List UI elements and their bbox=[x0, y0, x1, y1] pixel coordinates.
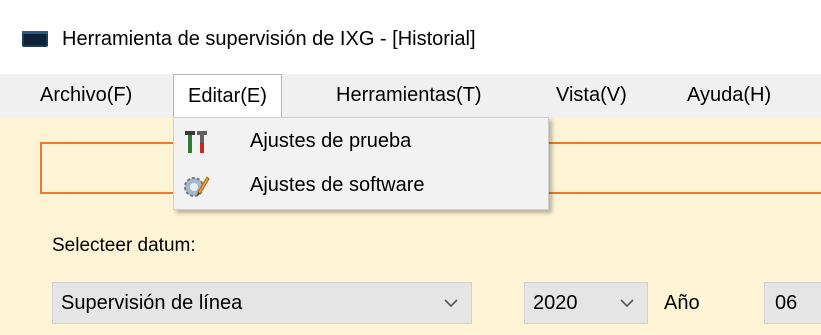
month-field[interactable]: 06 bbox=[764, 282, 821, 324]
year-label: Año bbox=[664, 292, 700, 314]
tools-icon bbox=[185, 131, 207, 153]
software-settings-icon bbox=[184, 176, 210, 197]
menu-archivo[interactable]: Archivo(F) bbox=[26, 74, 146, 116]
type-select-value: Supervisión de línea bbox=[61, 292, 243, 314]
app-window-icon bbox=[22, 31, 48, 47]
window-title: Herramienta de supervisión de IXG - [His… bbox=[62, 28, 476, 50]
year-select[interactable]: 2020 bbox=[524, 282, 648, 324]
menu-item-ajustes-prueba[interactable]: Ajustes de prueba bbox=[174, 120, 548, 164]
menu-ayuda[interactable]: Ayuda(H) bbox=[673, 74, 785, 116]
edit-menu-dropdown: Ajustes de prueba Ajustes de software bbox=[173, 117, 549, 210]
title-bar: Herramienta de supervisión de IXG - [His… bbox=[0, 0, 821, 74]
select-date-label: Selecteer datum: bbox=[52, 235, 196, 256]
chevron-down-icon bbox=[444, 299, 458, 308]
type-select[interactable]: Supervisión de línea bbox=[52, 282, 472, 324]
menu-editar[interactable]: Editar(E) bbox=[173, 74, 282, 118]
menu-vista[interactable]: Vista(V) bbox=[542, 74, 641, 116]
menu-item-label: Ajustes de software bbox=[250, 174, 425, 196]
year-select-value: 2020 bbox=[533, 292, 578, 314]
menu-item-label: Ajustes de prueba bbox=[250, 130, 412, 152]
month-value: 06 bbox=[775, 292, 798, 314]
menu-bar: Archivo(F) Editar(E) Herramientas(T) Vis… bbox=[0, 74, 821, 118]
menu-item-ajustes-software[interactable]: Ajustes de software bbox=[174, 164, 548, 208]
chevron-down-icon bbox=[620, 299, 634, 308]
menu-herramientas[interactable]: Herramientas(T) bbox=[322, 74, 496, 116]
